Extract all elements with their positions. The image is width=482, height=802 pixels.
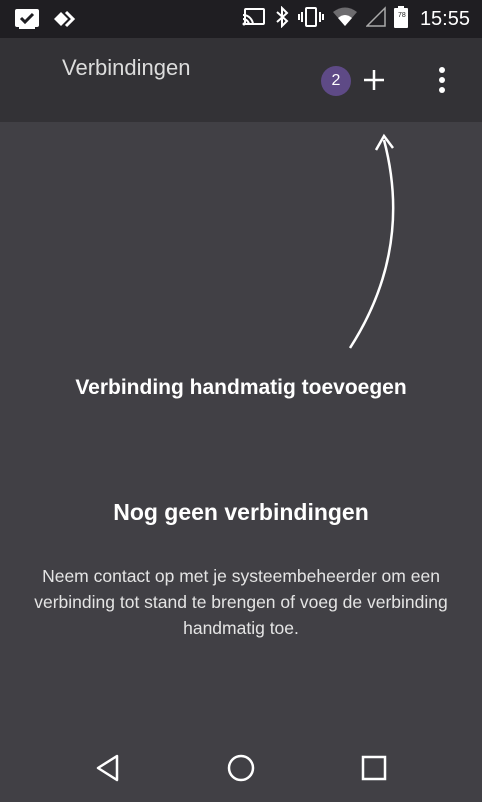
wifi-icon	[332, 6, 358, 33]
notification-diamond-icon	[52, 9, 78, 34]
home-icon	[227, 754, 255, 782]
recents-button[interactable]	[354, 748, 394, 788]
clock: 15:55	[419, 8, 470, 30]
bluetooth-icon	[274, 5, 290, 33]
add-connection-button[interactable]	[358, 64, 390, 96]
back-icon	[96, 754, 119, 782]
cell-signal-icon	[365, 6, 386, 33]
plus-icon	[364, 70, 384, 90]
empty-state-title: Nog geen verbindingen	[113, 499, 369, 525]
connection-count-badge[interactable]: 2	[321, 66, 351, 96]
status-bar: 78 15:55	[0, 0, 482, 38]
notification-check-icon	[14, 8, 40, 35]
more-vert-icon	[439, 67, 445, 93]
empty-state-description: Neem contact op met je systeembeheerder …	[34, 566, 448, 638]
navigation-bar	[0, 730, 482, 802]
cast-icon	[242, 7, 266, 32]
battery-level: 78	[397, 12, 406, 19]
overflow-menu-button[interactable]	[430, 64, 454, 96]
battery-icon: 78	[393, 6, 408, 33]
home-button[interactable]	[221, 748, 261, 788]
back-button[interactable]	[88, 748, 128, 788]
hint-arrow-icon	[340, 128, 410, 358]
add-connection-hint: Verbinding handmatig toevoegen	[75, 376, 407, 399]
recents-icon	[361, 755, 387, 781]
page-title: Verbindingen	[62, 55, 191, 80]
vibrate-icon	[297, 6, 324, 33]
